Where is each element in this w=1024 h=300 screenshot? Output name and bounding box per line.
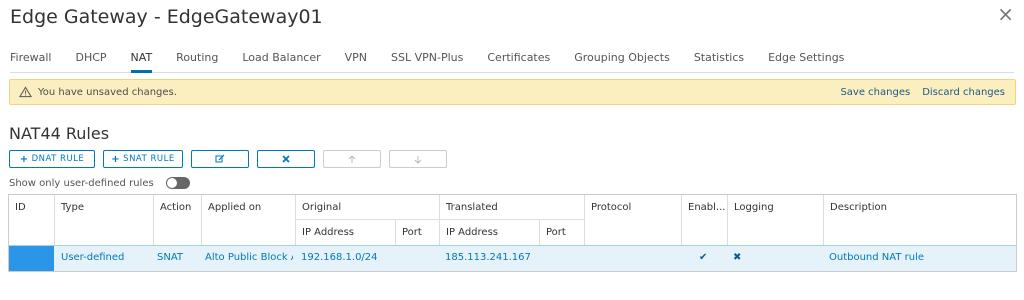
col-protocol[interactable]: Protocol (585, 195, 681, 213)
tab-edge-settings[interactable]: Edge Settings (768, 45, 844, 73)
tab-grouping-objects[interactable]: Grouping Objects (574, 45, 670, 73)
col-enabled[interactable]: Enabl... (682, 195, 727, 213)
dialog-title: Edge Gateway - EdgeGateway01 (10, 6, 323, 28)
logging-x-icon: ✖ (733, 252, 742, 263)
col-translated: Translated (446, 202, 498, 213)
plus-icon: + (111, 153, 121, 165)
dialog-header: Edge Gateway - EdgeGateway01 (10, 3, 1024, 33)
tab-bar: Firewall DHCP NAT Routing Load Balancer … (10, 45, 1014, 73)
plus-icon: + (19, 153, 29, 165)
col-action[interactable]: Action (154, 195, 201, 213)
row-type: User-defined (61, 252, 125, 263)
row-translated-ip: 185.113.241.167 (445, 252, 531, 263)
tab-certificates[interactable]: Certificates (487, 45, 550, 73)
alert-message: You have unsaved changes. (38, 86, 177, 98)
move-down-button[interactable] (389, 150, 447, 168)
delete-rule-button[interactable] (257, 150, 315, 168)
move-up-button[interactable] (323, 150, 381, 168)
close-icon (282, 155, 290, 163)
user-defined-toggle[interactable] (165, 177, 190, 189)
warning-icon (19, 86, 32, 98)
row-applied-on: Alto Public Block A (205, 252, 293, 263)
tab-load-balancer[interactable]: Load Balancer (242, 45, 320, 73)
dnat-rule-label: DNAT RULE (31, 154, 85, 164)
tab-nat[interactable]: NAT (130, 45, 153, 73)
col-applied-on[interactable]: Applied on (202, 195, 295, 213)
tab-dhcp[interactable]: DHCP (75, 45, 106, 73)
arrow-up-icon (348, 154, 356, 163)
row-action: SNAT (157, 252, 184, 263)
tab-vpn[interactable]: VPN (345, 45, 367, 73)
add-snat-rule-button[interactable]: + SNAT RULE (103, 150, 183, 168)
unsaved-changes-alert: You have unsaved changes. Save changes D… (9, 79, 1016, 105)
arrow-down-icon (414, 155, 422, 164)
rules-toolbar: + DNAT RULE + SNAT RULE (9, 150, 447, 168)
tab-routing[interactable]: Routing (176, 45, 218, 73)
enabled-check-icon: ✔ (699, 252, 708, 263)
save-changes-link[interactable]: Save changes (840, 87, 910, 98)
row-selection-cell[interactable] (9, 246, 54, 271)
col-id[interactable]: ID (9, 195, 54, 213)
col-type[interactable]: Type (55, 195, 153, 213)
col-translated-port[interactable]: Port (540, 220, 584, 238)
tab-ssl-vpn-plus[interactable]: SSL VPN-Plus (391, 45, 463, 73)
nat-rules-grid: ID Type Action Applied on Original Trans… (8, 194, 1017, 272)
col-translated-ip[interactable]: IP Address (440, 220, 539, 238)
table-row[interactable]: User-defined SNAT Alto Public Block A 19… (9, 245, 1016, 271)
edit-rule-button[interactable] (191, 150, 249, 168)
col-original: Original (302, 202, 342, 213)
edit-icon (215, 154, 225, 163)
col-original-ip[interactable]: IP Address (296, 220, 395, 238)
discard-changes-link[interactable]: Discard changes (922, 87, 1005, 98)
col-logging[interactable]: Logging (728, 195, 823, 213)
tab-firewall[interactable]: Firewall (10, 45, 51, 73)
row-original-ip: 192.168.1.0/24 (301, 252, 378, 263)
close-icon[interactable]: × (997, 2, 1014, 26)
section-title: NAT44 Rules (9, 124, 110, 143)
tab-statistics[interactable]: Statistics (694, 45, 744, 73)
snat-rule-label: SNAT RULE (123, 154, 175, 164)
row-description: Outbound NAT rule (829, 252, 925, 263)
user-defined-filter: Show only user-defined rules (9, 177, 190, 189)
col-description[interactable]: Description (824, 195, 1014, 213)
add-dnat-rule-button[interactable]: + DNAT RULE (9, 150, 95, 168)
col-original-port[interactable]: Port (396, 220, 439, 238)
filter-label: Show only user-defined rules (9, 177, 154, 189)
